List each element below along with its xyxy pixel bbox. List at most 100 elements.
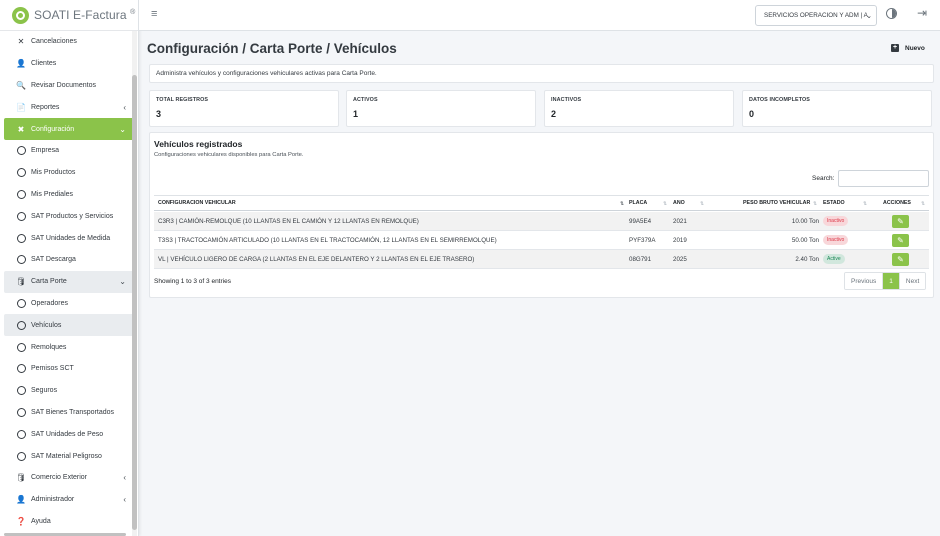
main-content: Configuración / Carta Porte / Vehículos … [139,31,940,536]
sidebar-item-administrador[interactable]: 👤 Administrador ‹ [4,489,134,511]
theme-toggle-icon[interactable] [886,8,897,19]
sidebar-item-label: SAT Unidades de Peso [31,430,104,438]
sidebar-item-label: Ayuda [31,517,51,525]
sidebar-item-label: Administrador [31,496,75,504]
sidebar-item-label: Mis Prediales [31,190,74,198]
menu-toggle-icon[interactable]: ≡ [151,8,157,20]
col-estado-header[interactable]: ESTADO [823,200,845,206]
cell-config: C3R3 | CAMIÓN-REMOLQUE (10 LLANTAS EN EL… [158,218,419,225]
sidebar-item-label: SAT Material Peligroso [31,452,102,460]
sidebar-item-label: Operadores [31,299,68,307]
help-icon: ❓ [16,516,26,526]
description-card: Administra vehículos y configuraciones v… [149,64,934,83]
sort-icon[interactable]: ⇅ [700,201,704,207]
company-select[interactable]: SERVICIOS OPERACION Y ADM | A ⌄ [755,5,877,26]
col-config-header[interactable]: CONFIGURACION VEHICULAR [158,200,236,206]
sidebar-item-sat-descarga[interactable]: SAT Descarga [4,249,134,271]
sidebar-item-operadores[interactable]: Operadores [4,293,134,315]
company-select-value: SERVICIOS OPERACION Y ADM | A [764,12,868,19]
sidebar-item-sat-material-peligroso[interactable]: SAT Material Peligroso [4,445,134,467]
table-row: T3S3 | TRACTOCAMIÓN ARTICULADO (10 LLANT… [154,231,929,250]
cell-config: VL | VEHÍCULO LIGERO DE CARGA (2 LLANTAS… [158,256,475,263]
circle-icon [16,407,26,417]
sidebar-item-pemisos-sct[interactable]: Pemisos SCT [4,358,134,380]
sort-icon[interactable]: ⇅ [863,201,867,207]
chevron-down-icon: ⌄ [866,13,872,20]
sidebar-item-label: SAT Descarga [31,256,76,264]
plus-icon: + [891,44,899,52]
circle-icon [16,189,26,199]
sidebar-item-sat-productos-y-servicios[interactable]: SAT Productos y Servicios [4,205,134,227]
sort-icon[interactable]: ⇅ [620,201,624,207]
sidebar-item-ayuda[interactable]: ❓ Ayuda [4,511,134,533]
sidebar-item-carta-porte[interactable]: 🛢 Carta Porte ⌄ [4,270,134,293]
col-peso-header[interactable]: PESO BRUTO VEHICULAR [743,200,810,206]
sidebar-item-cancelaciones[interactable]: ✕ Cancelaciones [4,31,134,53]
sidebar-item-remolques[interactable]: Remolques [4,336,134,358]
report-icon: 📄 [16,102,26,112]
sidebar-item-sat-bienes-transportados[interactable]: SAT Bienes Transportados [4,402,134,424]
sidebar-item-seguros[interactable]: Seguros [4,380,134,402]
stat-value: 0 [749,109,755,119]
sidebar-item-mis-prediales[interactable]: Mis Prediales [4,184,134,206]
new-button-label: Nuevo [905,44,925,52]
search-input[interactable] [838,170,929,187]
circle-icon [16,364,26,374]
logout-icon[interactable]: ⇥ [917,6,927,20]
stat-active: ACTIVOS 1 [346,90,536,127]
table-row: VL | VEHÍCULO LIGERO DE CARGA (2 LLANTAS… [154,250,929,269]
sidebar-scrollbar[interactable] [132,75,137,530]
stat-value: 1 [353,109,359,119]
next-page-button[interactable]: Next [899,273,926,289]
sidebar-item-label: Cancelaciones [31,38,77,46]
edit-icon[interactable]: ✎ [892,253,909,266]
database-icon: 🛢 [15,473,27,483]
sidebar-item-reportes[interactable]: 📄 Reportes ‹ [4,96,134,118]
circle-icon [16,342,26,352]
brand-name: SOATI E-Factura ® [34,8,136,22]
sidebar-nav: ✕ Cancelaciones 👤 Clientes 🔍 Revisar Document… [4,31,134,532]
chevron-left-icon: ‹ [123,473,126,483]
sidebar-item-sat-unidades-de-medida[interactable]: SAT Unidades de Medida [4,227,134,249]
user-gear-icon: 👤 [16,495,26,505]
top-navbar: ≡ SERVICIOS OPERACION Y ADM | A ⌄ ⇥ [139,0,940,31]
sidebar-item-label: Comercio Exterior [31,474,88,482]
sidebar-item-mis-productos[interactable]: Mis Productos [4,162,134,184]
sidebar-item-comercio-exterior[interactable]: 🛢 Comercio Exterior ‹ [4,467,134,489]
sidebar-item-label: SAT Bienes Transportados [31,408,115,416]
brand[interactable]: SOATI E-Factura ® [0,0,138,31]
stat-inactive: INACTIVOS 2 [544,90,734,127]
cell-peso: 2.40 Ton [795,256,819,263]
sidebar-item-clientes[interactable]: 👤 Clientes [4,53,134,75]
page-1-button[interactable]: 1 [883,273,900,289]
sort-icon[interactable]: ⇅ [813,201,817,207]
circle-icon [16,255,26,265]
sidebar-item-sat-unidades-de-peso[interactable]: SAT Unidades de Peso [4,423,134,445]
status-badge: Inactivo [823,235,849,245]
col-placa-header[interactable]: PLACA [629,200,647,206]
previous-page-button[interactable]: Previous [845,273,884,289]
sidebar-item-revisar-documentos[interactable]: 🔍 Revisar Documentos [4,75,134,97]
sort-icon: ⇅ [921,201,926,207]
sidebar-item-label: Pemisos SCT [31,365,74,373]
circle-icon [16,168,26,178]
sidebar-item-vehículos[interactable]: Vehículos [4,314,134,337]
sidebar-item-empresa[interactable]: Empresa [4,140,134,162]
cell-config: T3S3 | TRACTOCAMIÓN ARTICULADO (10 LLANT… [158,237,497,244]
sort-icon[interactable]: ⇅ [663,201,667,207]
brand-logo-icon [12,6,29,24]
sidebar-item-configuración[interactable]: ✖ Configuración ⌄ [4,118,134,140]
new-button[interactable]: + Nuevo [891,44,925,52]
table-info: Showing 1 to 3 of 3 entries [154,278,231,285]
stat-label: INACTIVOS [551,97,582,103]
search-label: Search: [812,175,835,182]
edit-icon[interactable]: ✎ [892,234,909,247]
edit-icon[interactable]: ✎ [892,215,909,228]
col-anio-header[interactable]: ANO [673,200,685,206]
pagination: Previous 1 Next [844,272,927,290]
table-row: C3R3 | CAMIÓN-REMOLQUE (10 LLANTAS EN EL… [154,212,929,231]
cell-anio: 2019 [673,237,687,244]
database-icon: 🛢 [15,277,27,287]
circle-icon [16,320,26,330]
circle-icon [16,451,26,461]
